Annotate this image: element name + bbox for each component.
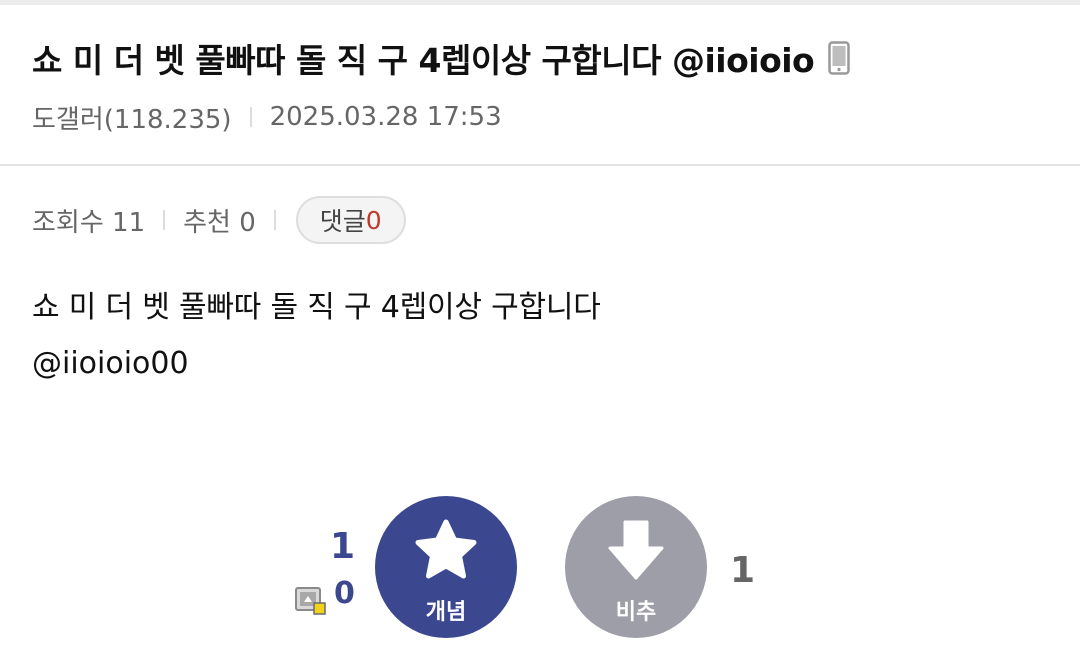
star-icon [414, 518, 478, 582]
view-count: 조회수 11 [32, 207, 146, 238]
mobile-phone-icon [828, 41, 850, 75]
vote-area: 1 0 개념 비추 1 [0, 492, 1080, 642]
post-title: 쇼 미 더 벳 풀빠따 돌 직 구 4렙이상 구합니다 @iioioio [32, 41, 815, 80]
post-header: 쇼 미 더 벳 풀빠따 돌 직 구 4렙이상 구합니다 @iioioio [32, 36, 850, 80]
downvote-button[interactable]: 비추 [565, 496, 707, 638]
comment-button[interactable]: 댓글 0 [295, 196, 406, 244]
downvote-count: 1 [730, 550, 756, 591]
post-meta: 도갤러(118.235) 2025.03.28 17:53 [32, 98, 502, 136]
upvote-count: 1 [330, 526, 356, 567]
post-body-line: 쇼 미 더 벳 풀빠따 돌 직 구 4렙이상 구합니다 [32, 290, 601, 325]
upvote-label: 개념 [425, 600, 467, 625]
header-divider [0, 164, 1080, 166]
stats-separator [273, 210, 276, 230]
post-stats: 조회수 11 추천 0 댓글 0 [32, 196, 406, 244]
fixed-user-count: 0 [334, 576, 355, 611]
meta-separator [249, 107, 252, 127]
upvote-button[interactable]: 개념 [375, 496, 517, 638]
comment-count: 0 [365, 205, 382, 235]
fixed-user-icon [295, 587, 327, 615]
post-datetime: 2025.03.28 17:53 [269, 102, 502, 132]
post-body-line: @iioioio00 [32, 346, 189, 381]
arrow-down-icon [604, 518, 668, 582]
author-name[interactable]: 도갤러(118.235) [32, 99, 232, 136]
comment-label: 댓글 [319, 207, 366, 236]
downvote-label: 비추 [615, 600, 657, 625]
stats-separator [163, 210, 166, 230]
recommend-count: 추천 0 [183, 207, 256, 238]
top-divider [0, 0, 1080, 5]
